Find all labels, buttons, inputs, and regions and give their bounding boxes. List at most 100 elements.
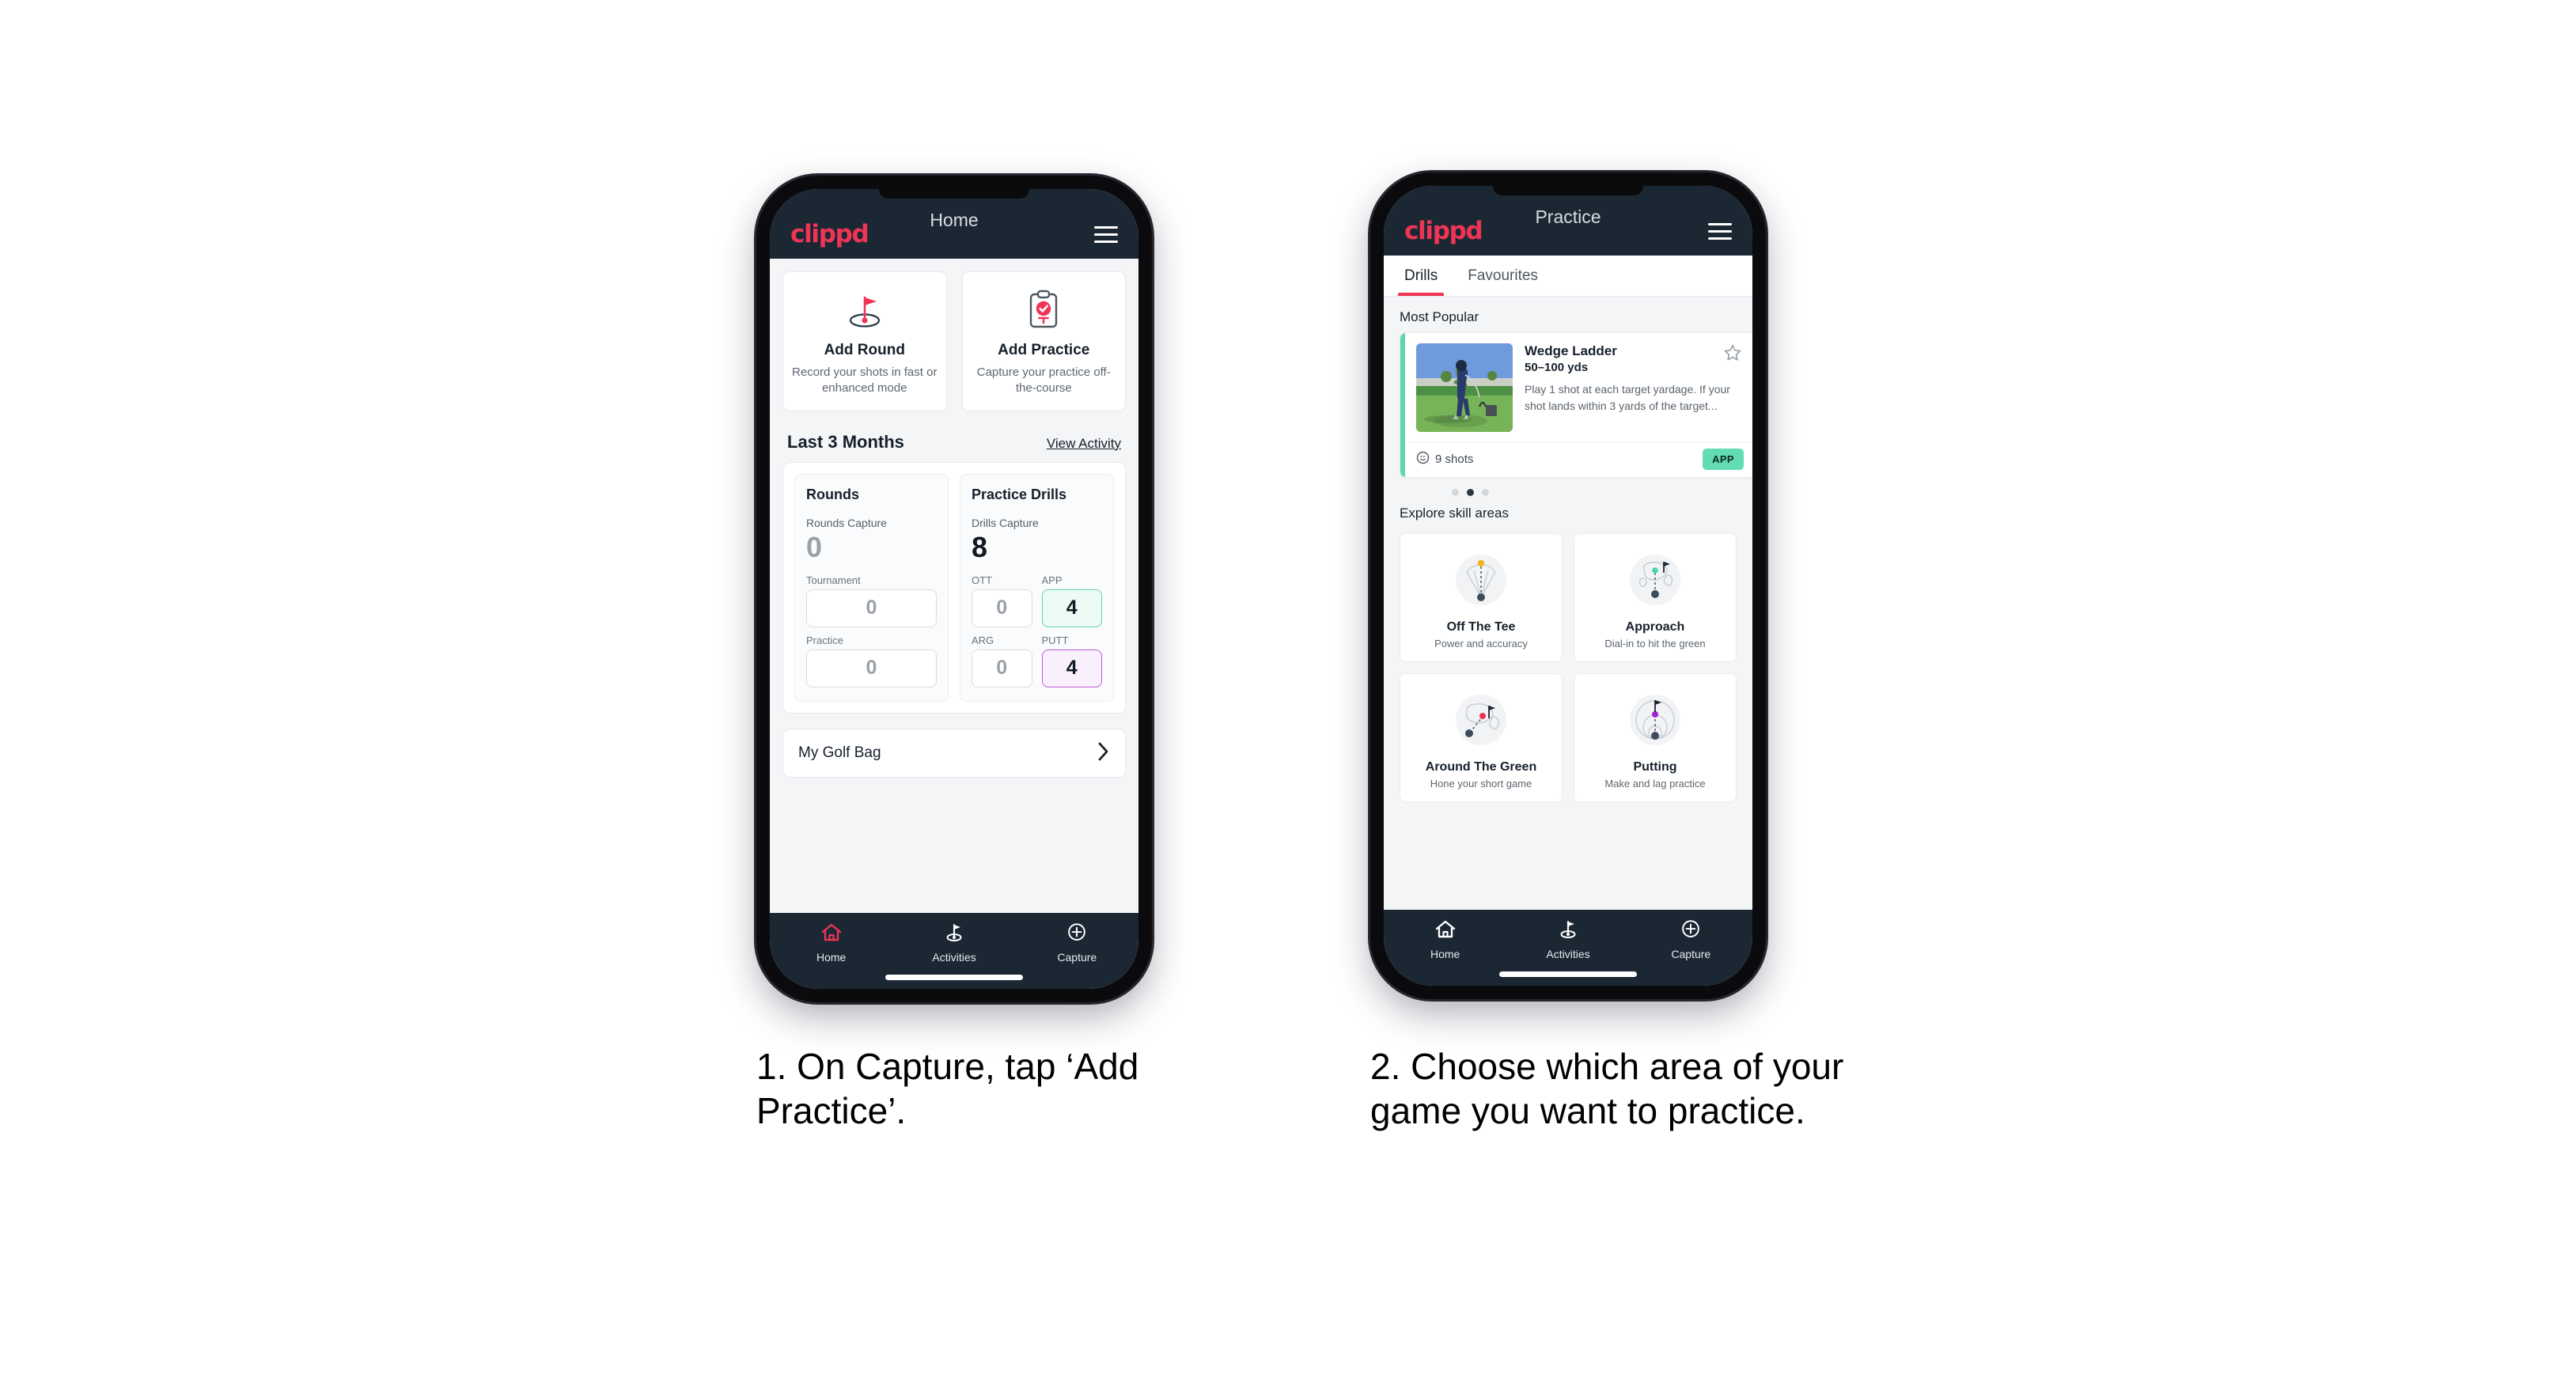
- drill-card-wedge-ladder[interactable]: Wedge Ladder 50–100 yds Play 1 shot at e…: [1400, 332, 1752, 478]
- golf-ball-icon: [1416, 451, 1430, 468]
- skill-name-approach: Approach: [1625, 620, 1685, 634]
- rounds-tournament-value[interactable]: 0: [806, 589, 937, 627]
- view-activity-link[interactable]: View Activity: [1047, 436, 1121, 452]
- add-round-subtitle: Record your shots in fast or enhanced mo…: [792, 365, 938, 395]
- drills-box-grid: OTT 0 APP 4 ARG 0 PUTT 4: [972, 574, 1102, 687]
- skill-sub-off-the-tee: Power and accuracy: [1434, 638, 1528, 649]
- bottom-nav-home: Home Activities Capture: [770, 913, 1138, 989]
- nav-label-activities: Activities: [932, 951, 976, 964]
- drill-thumbnail: [1416, 343, 1513, 432]
- quick-actions-row: Add Round Record your shots in fast or e…: [770, 259, 1138, 411]
- tab-favourites[interactable]: Favourites: [1461, 256, 1544, 296]
- add-round-title: Add Round: [824, 342, 905, 358]
- skill-card-putting[interactable]: Putting Make and lag practice: [1574, 673, 1737, 802]
- home-icon: [1434, 919, 1457, 944]
- drill-yardage: 50–100 yds: [1525, 361, 1589, 374]
- rounds-column: Rounds Rounds Capture 0 Tournament 0 Pra…: [794, 473, 949, 702]
- rounds-practice-unit: Practice 0: [806, 634, 937, 687]
- rounds-capture-label: Rounds Capture: [806, 516, 887, 529]
- carousel-dot-2[interactable]: [1467, 489, 1474, 496]
- approach-green-icon: [1581, 547, 1729, 613]
- drills-arg-value[interactable]: 0: [972, 649, 1032, 687]
- nav-label-capture: Capture: [1057, 951, 1097, 964]
- last-3-months-header: Last 3 Months View Activity: [770, 411, 1138, 462]
- home-icon: [820, 922, 843, 947]
- drills-ott-unit: OTT 0: [972, 574, 1032, 627]
- phone-notch: [879, 189, 1029, 199]
- drills-ott-value[interactable]: 0: [972, 589, 1032, 627]
- rounds-practice-value[interactable]: 0: [806, 649, 937, 687]
- tab-favourites-label: Favourites: [1468, 267, 1538, 284]
- nav-item-capture[interactable]: Capture: [1016, 922, 1138, 964]
- nav-item-activities[interactable]: Activities: [892, 922, 1015, 964]
- add-round-card[interactable]: Add Round Record your shots in fast or e…: [782, 271, 947, 411]
- plus-circle-icon: [1066, 922, 1088, 947]
- skill-card-approach[interactable]: Approach Dial-in to hit the green: [1574, 533, 1737, 662]
- nav-label-home: Home: [1430, 948, 1460, 960]
- nav-item-activities[interactable]: Activities: [1506, 919, 1629, 960]
- drill-card-footer: 9 shots APP: [1400, 441, 1752, 477]
- home-indicator-bar: [1499, 971, 1637, 977]
- hamburger-icon[interactable]: [1094, 225, 1118, 243]
- drills-putt-value[interactable]: 4: [1041, 649, 1102, 687]
- rounds-practice-label: Practice: [806, 634, 843, 646]
- add-practice-title: Add Practice: [998, 342, 1090, 358]
- nav-label-activities: Activities: [1546, 948, 1590, 960]
- putting-rings-icon: [1581, 687, 1729, 753]
- drill-description: Play 1 shot at each target yardage. If y…: [1525, 383, 1730, 412]
- rounds-capture-value: 0: [806, 530, 823, 563]
- tab-drills[interactable]: Drills: [1398, 256, 1445, 296]
- page-root: clippd Home Add Round Record your shots …: [0, 0, 2576, 1386]
- drills-app-unit: APP 4: [1041, 574, 1102, 627]
- practice-content: Most Popular Wedge Ladder 50–100 yds Pla…: [1384, 297, 1752, 910]
- drills-app-label: APP: [1041, 574, 1063, 586]
- plus-circle-icon: [1680, 919, 1702, 944]
- phone-mockup-home: clippd Home Add Round Record your shots …: [756, 176, 1152, 1002]
- skill-card-off-the-tee[interactable]: Off The Tee Power and accuracy: [1400, 533, 1563, 662]
- drills-putt-label: PUTT: [1041, 634, 1069, 646]
- carousel-dot-1[interactable]: [1452, 489, 1459, 496]
- nav-item-home[interactable]: Home: [770, 922, 892, 964]
- skill-name-off-the-tee: Off The Tee: [1446, 620, 1516, 634]
- drill-shots: 9 shots: [1416, 451, 1473, 468]
- carousel-pagination[interactable]: [1384, 478, 1752, 501]
- rounds-heading: Rounds: [806, 486, 859, 502]
- add-practice-subtitle: Capture your practice off-the-course: [976, 365, 1111, 395]
- stats-card: Rounds Rounds Capture 0 Tournament 0 Pra…: [782, 461, 1126, 714]
- skill-sub-approach: Dial-in to hit the green: [1604, 638, 1706, 649]
- bottom-nav-practice: Home Activities Capture: [1384, 910, 1752, 986]
- app-bar: clippd Practice: [1384, 186, 1752, 256]
- drill-category-badge: APP: [1703, 449, 1744, 470]
- drills-ott-label: OTT: [972, 574, 992, 586]
- skill-sub-putting: Make and lag practice: [1604, 778, 1706, 790]
- caption-step-2: 2. Choose which area of your game you wa…: [1370, 1046, 1844, 1132]
- section-title: Last 3 Months: [787, 431, 904, 452]
- skill-name-around-the-green: Around The Green: [1425, 760, 1537, 774]
- carousel-dot-3[interactable]: [1482, 489, 1489, 496]
- golf-flag-icon: [1557, 919, 1579, 944]
- hamburger-icon[interactable]: [1708, 222, 1732, 240]
- my-golf-bag-row[interactable]: My Golf Bag: [782, 728, 1126, 778]
- star-outline-icon[interactable]: [1723, 343, 1742, 366]
- skill-sub-around-the-green: Hone your short game: [1430, 778, 1532, 790]
- add-practice-card[interactable]: Add Practice Capture your practice off-t…: [961, 271, 1126, 411]
- drill-carousel[interactable]: Wedge Ladder 50–100 yds Play 1 shot at e…: [1384, 332, 1752, 478]
- drills-app-value[interactable]: 4: [1041, 589, 1102, 627]
- brand-logo[interactable]: clippd: [790, 220, 869, 248]
- explore-skill-areas-label: Explore skill areas: [1400, 506, 1509, 521]
- app-bar: clippd Home: [770, 189, 1138, 259]
- drills-arg-unit: ARG 0: [972, 634, 1032, 687]
- drills-capture-value: 8: [972, 530, 988, 563]
- drill-accent-bar: [1400, 333, 1405, 477]
- drills-capture-label: Drills Capture: [972, 516, 1039, 529]
- skill-card-around-the-green[interactable]: Around The Green Hone your short game: [1400, 673, 1563, 802]
- brand-logo[interactable]: clippd: [1404, 217, 1483, 245]
- phone-mockup-practice: clippd Practice Drills Favourites Most P…: [1370, 172, 1766, 999]
- around-green-icon: [1407, 687, 1555, 753]
- my-golf-bag-label: My Golf Bag: [798, 744, 881, 761]
- nav-label-capture: Capture: [1671, 948, 1711, 960]
- drills-putt-unit: PUTT 4: [1041, 634, 1102, 687]
- nav-item-capture[interactable]: Capture: [1630, 919, 1752, 960]
- nav-item-home[interactable]: Home: [1384, 919, 1506, 960]
- golf-flag-hole-icon: [791, 288, 938, 332]
